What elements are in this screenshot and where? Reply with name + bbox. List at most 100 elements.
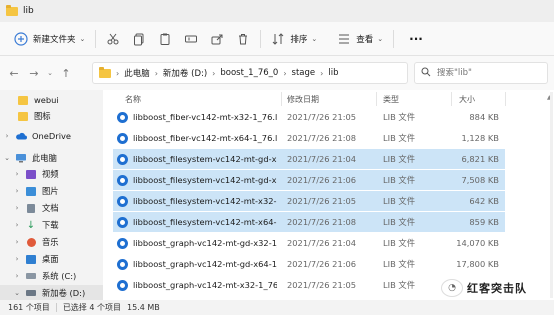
more-button[interactable]: ···	[398, 27, 429, 51]
share-button[interactable]	[204, 27, 230, 51]
file-size: 7,508 KB	[461, 175, 499, 185]
breadcrumb[interactable]: › 此电脑 › 新加卷 (D:) › boost_1_76_0 › stage …	[92, 62, 408, 84]
search-box[interactable]	[414, 62, 548, 84]
table-row[interactable]: libboost_fiber-vc142-mt-x64-1_76.lib 202…	[113, 128, 505, 148]
paste-button[interactable]	[152, 27, 178, 51]
recent-button[interactable]: ⌄	[44, 62, 56, 84]
file-size: 642 KB	[469, 196, 499, 206]
table-row[interactable]: libboost_filesystem-vc142-mt-gd-x3... 20…	[113, 149, 505, 169]
lib-file-icon	[117, 195, 128, 207]
sidebar-item-downloads[interactable]: › ↓ 下载	[0, 217, 103, 233]
table-row[interactable]: libboost_filesystem-vc142-mt-gd-x6... 20…	[113, 170, 505, 190]
document-icon	[25, 203, 37, 213]
chevron-right-icon: ›	[116, 68, 120, 78]
file-date: 2021/7/26 21:06	[287, 259, 357, 269]
search-input[interactable]	[437, 68, 537, 78]
file-type: LIB 文件	[383, 112, 415, 122]
chevron-down-icon: ⌄	[311, 34, 318, 43]
navigation-pane: webui 图标 › OneDrive ⌄ 此电脑 › 视频 › 图片 › 文档…	[0, 90, 103, 301]
back-button[interactable]: ←	[4, 62, 24, 84]
file-type: LIB 文件	[383, 196, 415, 206]
column-divider[interactable]	[451, 92, 452, 106]
lib-file-icon	[117, 237, 128, 249]
crumb-this-pc[interactable]: 此电脑	[124, 67, 150, 79]
file-type: LIB 文件	[383, 280, 415, 290]
chevron-right-icon: ›	[15, 187, 19, 195]
column-header-type[interactable]: 类型	[383, 90, 399, 108]
file-type: LIB 文件	[383, 217, 415, 227]
sidebar-item-label: 新加卷 (D:)	[42, 288, 86, 298]
crumb-drive-d[interactable]: 新加卷 (D:)	[163, 67, 207, 79]
crumb-lib[interactable]: lib	[328, 68, 338, 78]
folder-icon	[99, 66, 111, 78]
sidebar-item-icons[interactable]: 图标	[0, 108, 103, 124]
video-icon	[25, 169, 37, 179]
sidebar-item-this-pc[interactable]: ⌄ 此电脑	[0, 150, 103, 166]
file-name-cell: libboost_graph-vc142-mt-x32-1_76.lib	[117, 275, 277, 295]
chevron-down-icon: ⌄	[377, 34, 384, 43]
table-row[interactable]: libboost_filesystem-vc142-mt-x32-1_... 2…	[113, 191, 505, 211]
column-divider[interactable]	[281, 92, 282, 106]
sidebar-item-videos[interactable]: › 视频	[0, 166, 103, 182]
sidebar-item-label: 此电脑	[32, 153, 57, 163]
sidebar-item-pictures[interactable]: › 图片	[0, 183, 103, 199]
sidebar-item-label: 图片	[42, 186, 59, 196]
file-type: LIB 文件	[383, 238, 415, 248]
lib-file-icon	[117, 258, 128, 270]
column-header-size[interactable]: 大小	[459, 90, 475, 108]
desktop-icon	[25, 254, 37, 264]
file-name-cell: libboost_filesystem-vc142-mt-gd-x6...	[117, 170, 277, 190]
up-button[interactable]: ↑	[56, 62, 76, 84]
wechat-icon: ◔	[441, 279, 463, 297]
column-header-date[interactable]: 修改日期	[287, 90, 319, 108]
sidebar-item-documents[interactable]: › 文档	[0, 200, 103, 216]
column-divider[interactable]	[505, 92, 506, 106]
file-size: 884 KB	[469, 112, 499, 122]
crumb-stage[interactable]: stage	[292, 68, 316, 78]
view-icon	[337, 32, 351, 46]
new-button[interactable]: 新建文件夹 ⌄	[8, 27, 91, 51]
view-button[interactable]: 查看 ⌄	[331, 27, 389, 51]
lib-file-icon	[117, 111, 128, 123]
chevron-down-icon: ⌄	[14, 289, 20, 297]
file-list: 名称 修改日期 类型 大小 libboost_fiber-vc142-mt-x3…	[103, 90, 554, 300]
sort-button-label: 排序	[290, 34, 308, 45]
scrollbar[interactable]	[550, 92, 553, 298]
table-row[interactable]: libboost_graph-vc142-mt-gd-x64-1_... 202…	[113, 254, 505, 274]
crumb-boost[interactable]: boost_1_76_0	[220, 68, 278, 78]
new-button-label: 新建文件夹	[33, 34, 76, 45]
file-name: libboost_fiber-vc142-mt-x64-1_76.lib	[133, 133, 277, 143]
chevron-down-icon: ⌄	[4, 154, 10, 162]
window-title: lib	[23, 6, 34, 16]
divider	[55, 303, 57, 312]
sort-button[interactable]: 排序 ⌄	[265, 27, 323, 51]
copy-button[interactable]	[126, 27, 152, 51]
trash-icon	[236, 32, 250, 46]
sidebar-item-onedrive[interactable]: › OneDrive	[0, 128, 103, 144]
plus-icon	[14, 31, 28, 46]
column-header-name[interactable]: 名称	[125, 90, 141, 108]
selected-count: 已选择 4 个项目	[62, 303, 121, 312]
sidebar-item-label: 下载	[42, 220, 59, 230]
file-date: 2021/7/26 21:08	[287, 217, 357, 227]
sidebar-item-desktop[interactable]: › 桌面	[0, 251, 103, 267]
table-row[interactable]: libboost_filesystem-vc142-mt-x64-1_... 2…	[113, 212, 505, 232]
sidebar-item-webui[interactable]: webui	[0, 92, 103, 108]
sidebar-item-drive-d[interactable]: ⌄ 新加卷 (D:)	[0, 285, 103, 301]
table-row[interactable]: libboost_graph-vc142-mt-gd-x32-1_... 202…	[113, 233, 505, 253]
column-header-label: 类型	[383, 94, 399, 104]
forward-button[interactable]: →	[24, 62, 44, 84]
sidebar-item-music[interactable]: › 音乐	[0, 234, 103, 250]
music-icon	[25, 237, 37, 247]
file-date: 2021/7/26 21:05	[287, 196, 357, 206]
cut-button[interactable]	[100, 27, 126, 51]
cloud-icon	[15, 131, 27, 141]
folder-icon	[17, 111, 29, 121]
delete-button[interactable]	[230, 27, 256, 51]
column-divider[interactable]	[376, 92, 377, 106]
sidebar-item-drive-c[interactable]: › 系统 (C:)	[0, 268, 103, 284]
chevron-right-icon: ›	[15, 170, 19, 178]
divider	[260, 29, 262, 48]
rename-button[interactable]	[178, 27, 204, 51]
table-row[interactable]: libboost_fiber-vc142-mt-x32-1_76.lib 202…	[113, 107, 505, 127]
